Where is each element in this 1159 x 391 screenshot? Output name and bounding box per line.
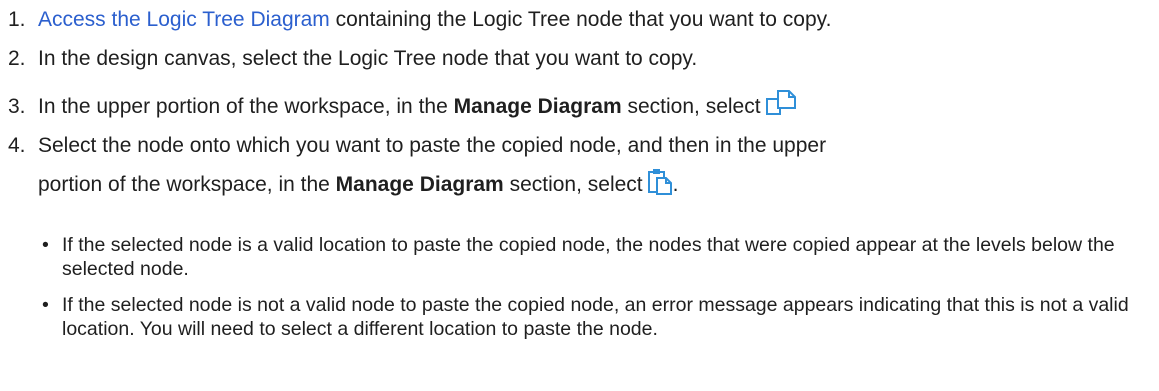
step-text: Select the node onto which you want to p…	[38, 126, 1148, 208]
step-4-trail: section, select	[503, 173, 643, 196]
step-4-line-1: Select the node onto which you want to p…	[38, 134, 827, 157]
manage-diagram-label: Manage Diagram	[335, 173, 504, 196]
copy-icon	[765, 89, 797, 130]
step-3-lead: In the upper portion of the workspace, i…	[38, 95, 454, 118]
step-3-trail: section, select	[621, 95, 761, 118]
bullet-item: • If the selected node is not a valid no…	[38, 293, 1148, 341]
bullet-text: If the selected node is not a valid node…	[62, 294, 1129, 340]
step-number: 4.	[8, 134, 26, 157]
bullet-text: If the selected node is a valid location…	[62, 234, 1115, 280]
manage-diagram-label: Manage Diagram	[453, 95, 622, 118]
step-text: Access the Logic Tree Diagram containing…	[38, 0, 1148, 39]
step-4-lead: portion of the workspace, in the	[38, 173, 336, 196]
step-4-period: .	[672, 173, 679, 196]
step-text: In the design canvas, select the Logic T…	[38, 47, 698, 70]
paste-icon	[647, 167, 673, 208]
step-number: 1.	[8, 8, 26, 31]
step-text: In the upper portion of the workspace, i…	[38, 87, 1148, 130]
access-logic-tree-diagram-link[interactable]: Access the Logic Tree Diagram	[38, 8, 330, 31]
procedure-document: 1. Access the Logic Tree Diagram contain…	[0, 0, 1159, 391]
step-number: 3.	[8, 95, 26, 118]
bullet-marker: •	[42, 234, 49, 256]
bullet-item: • If the selected node is a valid locati…	[38, 233, 1148, 281]
result-bullet-list: • If the selected node is a valid locati…	[38, 233, 1148, 353]
bullet-marker: •	[42, 294, 49, 316]
step-number: 2.	[8, 47, 26, 70]
step-1-rest: containing the Logic Tree node that you …	[329, 8, 832, 31]
